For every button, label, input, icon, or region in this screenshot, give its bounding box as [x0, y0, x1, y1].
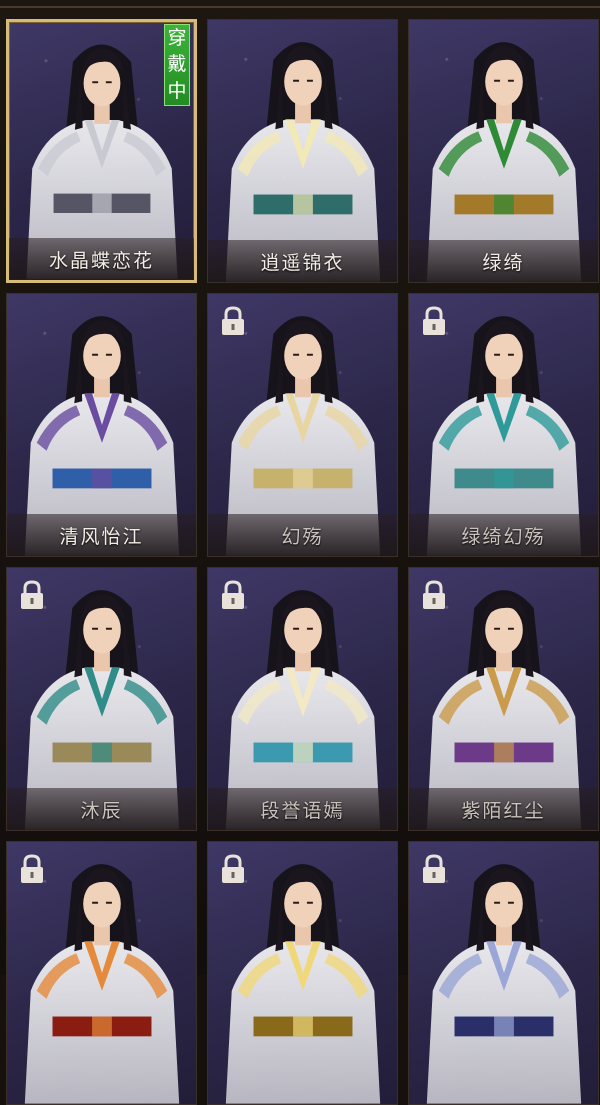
outfit-card[interactable] — [408, 841, 599, 1105]
lock-icon — [17, 853, 47, 885]
top-divider — [0, 6, 600, 8]
outfit-card[interactable]: 逍遥锦衣 — [207, 19, 398, 283]
outfit-name: 沐辰 — [7, 788, 196, 830]
wardrobe-panel: 穿戴中水晶蝶恋花 逍遥锦衣 绿绮 清风怡江 幻殇 绿绮幻殇 沐辰 段誉语嫣 紫陌… — [0, 0, 600, 1105]
equipped-badge-char: 戴 — [167, 53, 187, 76]
lock-icon — [419, 853, 449, 885]
equipped-badge-char: 中 — [167, 80, 187, 103]
outfit-card[interactable]: 绿绮幻殇 — [408, 293, 599, 557]
outfit-card[interactable]: 幻殇 — [207, 293, 398, 557]
outfit-name: 逍遥锦衣 — [208, 240, 397, 282]
lock-icon — [218, 305, 248, 337]
outfit-card[interactable]: 绿绮 — [408, 19, 599, 283]
equipped-badge-char: 穿 — [167, 26, 187, 49]
outfit-name: 水晶蝶恋花 — [9, 238, 194, 280]
outfit-card[interactable]: 段誉语嫣 — [207, 567, 398, 831]
outfit-card[interactable] — [6, 841, 197, 1105]
outfit-card[interactable] — [207, 841, 398, 1105]
lock-icon — [419, 305, 449, 337]
outfit-card[interactable]: 沐辰 — [6, 567, 197, 831]
lock-icon — [419, 579, 449, 611]
outfit-card[interactable]: 清风怡江 — [6, 293, 197, 557]
outfit-name: 清风怡江 — [7, 514, 196, 556]
outfit-grid: 穿戴中水晶蝶恋花 逍遥锦衣 绿绮 清风怡江 幻殇 绿绮幻殇 沐辰 段誉语嫣 紫陌… — [6, 19, 599, 1105]
lock-icon — [218, 579, 248, 611]
outfit-name: 绿绮 — [409, 240, 598, 282]
outfit-card[interactable]: 紫陌红尘 — [408, 567, 599, 831]
outfit-name: 幻殇 — [208, 514, 397, 556]
outfit-name: 绿绮幻殇 — [409, 514, 598, 556]
outfit-name: 紫陌红尘 — [409, 788, 598, 830]
lock-icon — [218, 853, 248, 885]
lock-icon — [17, 579, 47, 611]
equipped-badge: 穿戴中 — [164, 24, 190, 106]
outfit-card[interactable]: 穿戴中水晶蝶恋花 — [6, 19, 197, 283]
outfit-name: 段誉语嫣 — [208, 788, 397, 830]
